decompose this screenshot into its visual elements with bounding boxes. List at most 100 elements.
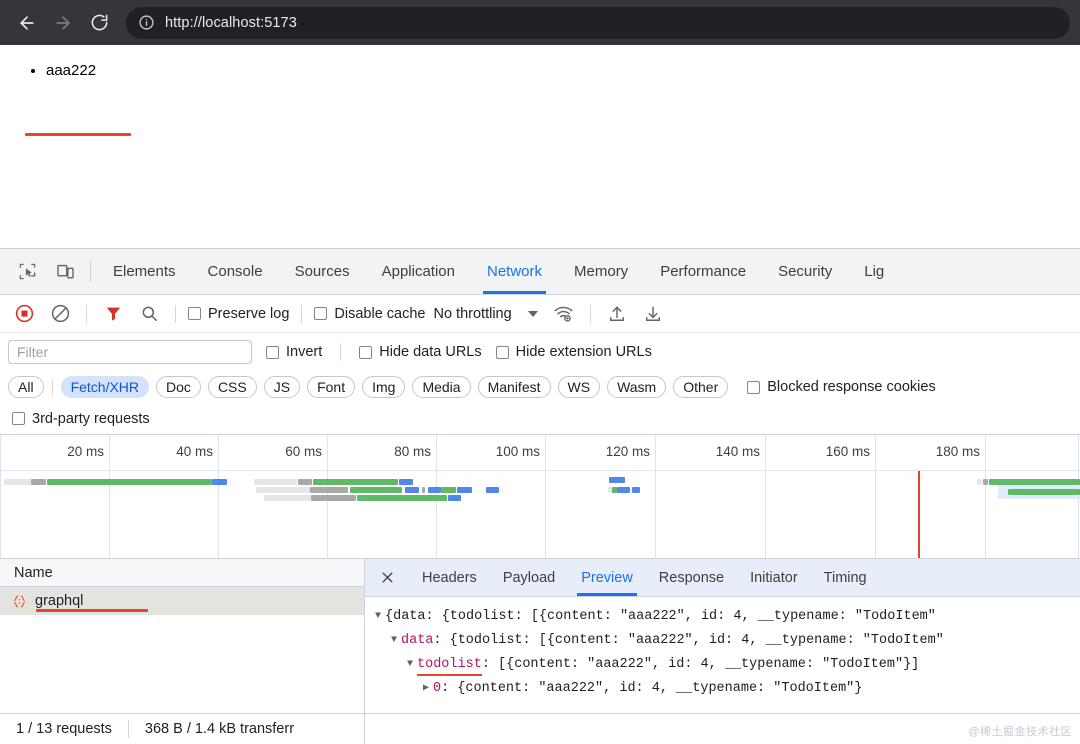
chip-label: WS xyxy=(568,379,591,395)
hide-data-urls-checkbox[interactable]: Hide data URLs xyxy=(359,344,481,360)
invert-label: Invert xyxy=(286,344,322,360)
json-row[interactable]: ▼ {data: {todolist: [{content: "aaa222",… xyxy=(371,605,1080,629)
address-bar-url: http://localhost:5173 xyxy=(165,15,297,31)
disclosure-triangle-icon[interactable]: ▶ xyxy=(419,677,433,701)
tick-label: 160 ms xyxy=(826,444,870,459)
tab-network[interactable]: Network xyxy=(471,249,558,294)
wifi-settings-icon[interactable] xyxy=(550,300,578,328)
json-line-text: {data: {todolist: [{content: "aaa222", i… xyxy=(385,605,936,629)
search-icon[interactable] xyxy=(135,300,163,328)
json-preview-tree[interactable]: ▼ {data: {todolist: [{content: "aaa222",… xyxy=(365,597,1080,713)
hide-extension-urls-checkbox[interactable]: Hide extension URLs xyxy=(496,344,652,360)
third-party-requests-checkbox[interactable]: 3rd-party requests xyxy=(12,411,150,427)
requests-pane: Name graphql xyxy=(0,559,365,713)
throttling-select[interactable]: No throttling xyxy=(433,306,537,322)
json-key: todolist xyxy=(417,653,482,677)
request-name: graphql xyxy=(35,593,83,609)
type-filter-other[interactable]: Other xyxy=(673,376,728,398)
filter-icon[interactable] xyxy=(99,300,127,328)
disclosure-triangle-icon[interactable]: ▼ xyxy=(387,629,401,653)
filter-input[interactable] xyxy=(8,340,252,364)
json-row[interactable]: ▼ data : {todolist: [{content: "aaa222",… xyxy=(371,629,1080,653)
blocked-response-cookies-checkbox[interactable]: Blocked response cookies xyxy=(747,379,935,395)
type-filter-css[interactable]: CSS xyxy=(208,376,257,398)
tab-performance[interactable]: Performance xyxy=(644,249,762,294)
checkbox-box xyxy=(188,307,201,320)
type-filter-font[interactable]: Font xyxy=(307,376,355,398)
requests-list[interactable]: graphql xyxy=(0,587,364,713)
tab-label: Application xyxy=(382,263,455,280)
record-stop-icon[interactable] xyxy=(10,300,38,328)
tab-payload[interactable]: Payload xyxy=(490,559,568,596)
request-detail-tabs: Headers Payload Preview Response Initiat… xyxy=(365,559,1080,597)
tab-initiator[interactable]: Initiator xyxy=(737,559,811,596)
chip-label: Manifest xyxy=(488,379,541,395)
disclosure-triangle-icon[interactable]: ▼ xyxy=(403,653,417,677)
json-row[interactable]: ▶ 0 : {content: "aaa222", id: 4, __typen… xyxy=(371,677,1080,701)
tab-response[interactable]: Response xyxy=(646,559,737,596)
type-filter-manifest[interactable]: Manifest xyxy=(478,376,551,398)
device-toolbar-icon[interactable] xyxy=(46,249,84,294)
tab-console[interactable]: Console xyxy=(192,249,279,294)
json-row[interactable]: ▼ todolist : [{content: "aaa222", id: 4,… xyxy=(371,653,1080,677)
tab-preview[interactable]: Preview xyxy=(568,559,646,596)
back-button[interactable] xyxy=(10,6,44,40)
address-bar[interactable]: http://localhost:5173 xyxy=(126,7,1070,39)
tab-headers[interactable]: Headers xyxy=(409,559,490,596)
tab-application[interactable]: Application xyxy=(366,249,471,294)
chip-label: Media xyxy=(422,379,460,395)
type-filter-all[interactable]: All xyxy=(8,376,44,398)
disable-cache-checkbox[interactable]: Disable cache xyxy=(314,306,425,322)
tab-memory[interactable]: Memory xyxy=(558,249,644,294)
divider xyxy=(90,261,91,282)
tab-sources[interactable]: Sources xyxy=(279,249,366,294)
invert-checkbox[interactable]: Invert xyxy=(266,344,322,360)
download-icon[interactable] xyxy=(639,300,667,328)
tab-label: Headers xyxy=(422,570,477,586)
divider xyxy=(590,305,591,323)
graphql-braces-icon xyxy=(12,594,27,609)
network-body: Name graphql xyxy=(0,559,1080,714)
preserve-log-checkbox[interactable]: Preserve log xyxy=(188,306,289,322)
page-viewport: aaa222 xyxy=(0,45,1080,248)
close-icon[interactable] xyxy=(365,559,409,596)
type-filter-img[interactable]: Img xyxy=(362,376,405,398)
inspect-element-icon[interactable] xyxy=(8,249,46,294)
tab-elements[interactable]: Elements xyxy=(97,249,192,294)
reload-button[interactable] xyxy=(82,6,116,40)
type-filter-fetch-xhr[interactable]: Fetch/XHR xyxy=(61,376,149,398)
divider xyxy=(301,305,302,323)
chip-label: Fetch/XHR xyxy=(71,379,139,395)
clear-network-log-icon[interactable] xyxy=(46,300,74,328)
checkbox-box xyxy=(496,346,509,359)
tab-lighthouse[interactable]: Lig xyxy=(848,249,900,294)
dom-content-loaded-marker xyxy=(918,471,920,559)
column-name-label: Name xyxy=(14,565,53,581)
network-overview[interactable]: 20 ms 40 ms 60 ms 80 ms 100 ms 120 ms 14… xyxy=(0,435,1080,559)
type-filter-js[interactable]: JS xyxy=(264,376,300,398)
filter-row: Invert Hide data URLs Hide extension URL… xyxy=(0,333,1080,371)
table-row[interactable]: graphql xyxy=(0,587,364,615)
type-filter-media[interactable]: Media xyxy=(412,376,470,398)
forward-button[interactable] xyxy=(46,6,80,40)
tab-security[interactable]: Security xyxy=(762,249,848,294)
tick-label: 140 ms xyxy=(716,444,760,459)
tab-label: Lig xyxy=(864,263,884,280)
type-filter-doc[interactable]: Doc xyxy=(156,376,201,398)
tick-label: 120 ms xyxy=(606,444,650,459)
tick-label: 20 ms xyxy=(67,444,104,459)
type-filter-wasm[interactable]: Wasm xyxy=(607,376,666,398)
checkbox-box xyxy=(359,346,372,359)
requests-column-header[interactable]: Name xyxy=(0,559,364,587)
disclosure-triangle-icon[interactable]: ▼ xyxy=(371,605,385,629)
tick-label: 60 ms xyxy=(285,444,322,459)
divider xyxy=(86,305,87,323)
type-filter-ws[interactable]: WS xyxy=(558,376,601,398)
network-toolbar: Preserve log Disable cache No throttling xyxy=(0,295,1080,333)
divider xyxy=(52,379,53,395)
resource-type-filters: All Fetch/XHR Doc CSS JS Font Img Media … xyxy=(0,371,1080,403)
tab-timing[interactable]: Timing xyxy=(811,559,880,596)
upload-icon[interactable] xyxy=(603,300,631,328)
disable-cache-label: Disable cache xyxy=(334,306,425,322)
info-circle-icon[interactable] xyxy=(138,14,155,31)
